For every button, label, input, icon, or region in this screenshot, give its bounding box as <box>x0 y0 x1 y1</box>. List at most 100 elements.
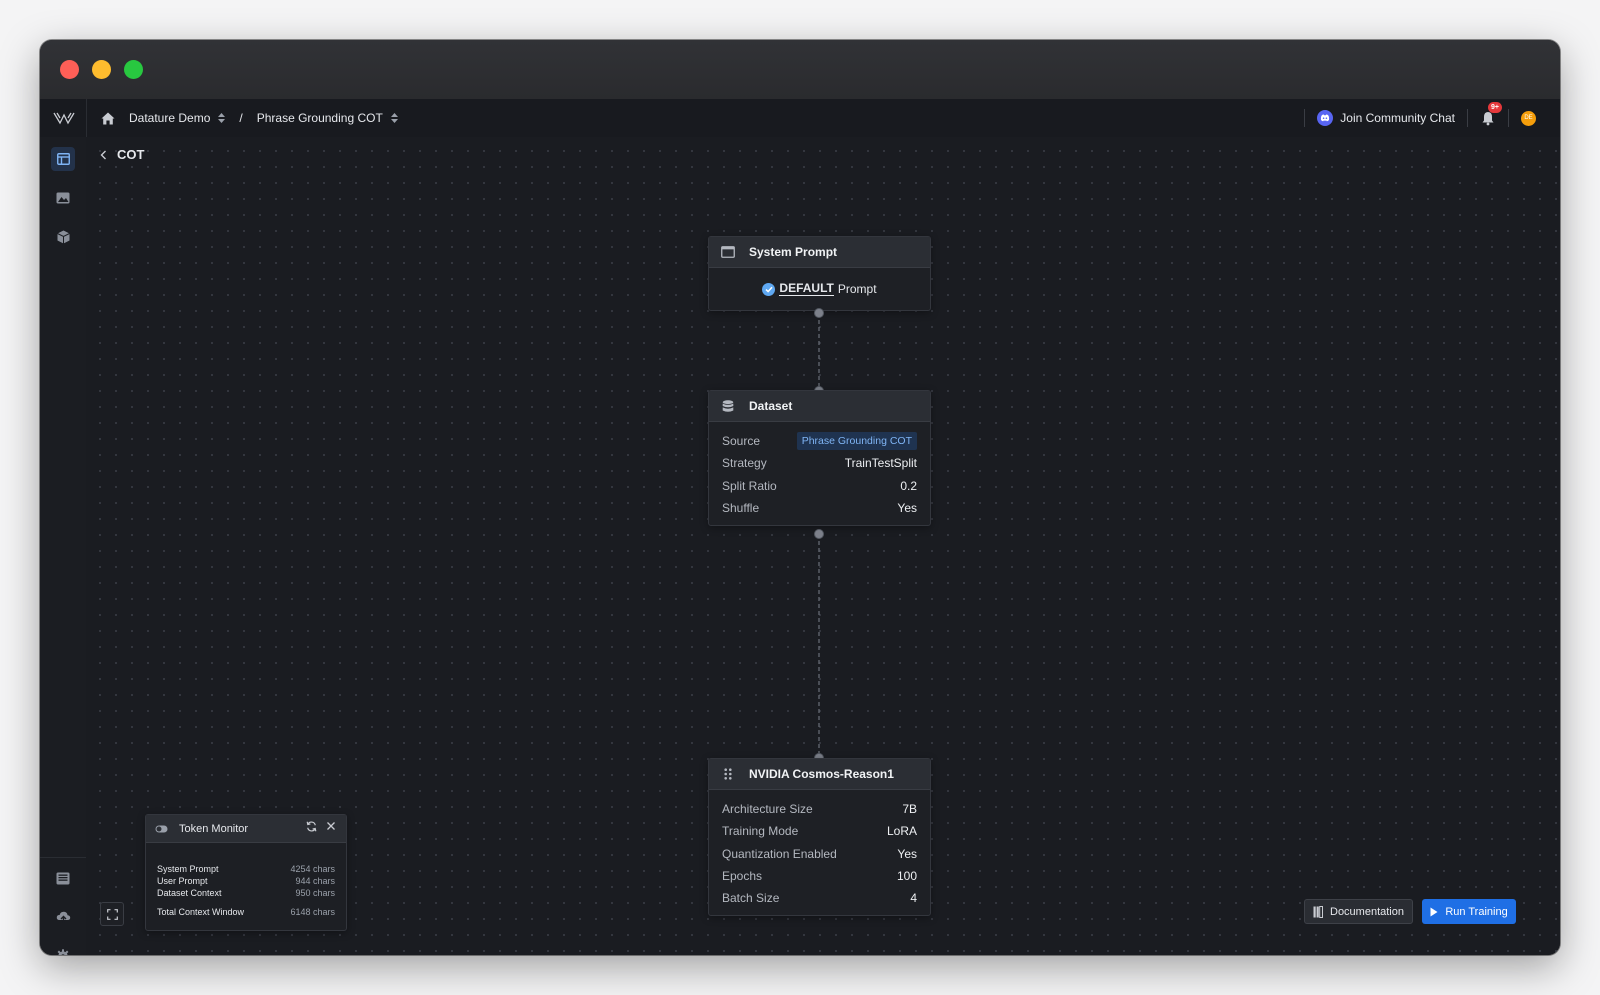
token-monitor-panel[interactable]: Token Monitor System Prompt 4254 chars U… <box>145 814 347 931</box>
close-icon[interactable] <box>326 821 336 831</box>
sort-arrows-icon[interactable] <box>218 113 226 123</box>
refresh-icon[interactable] <box>306 821 317 832</box>
fit-view-button[interactable] <box>100 902 124 926</box>
model-node[interactable]: NVIDIA Cosmos-Reason1 Architecture Size … <box>708 758 931 917</box>
sidebar-divider <box>40 857 86 858</box>
detail-key: Shuffle <box>722 501 760 516</box>
detail-row: Quantization Enabled Yes <box>709 843 930 865</box>
minimize-window-button[interactable] <box>92 60 111 79</box>
token-key: Dataset Context <box>157 888 222 898</box>
window-titlebar <box>40 40 1560 100</box>
output-handle[interactable] <box>814 308 824 318</box>
sidebar-item-deploy[interactable] <box>51 905 75 929</box>
check-circle-icon <box>762 282 776 296</box>
system-prompt-node[interactable]: System Prompt DEFAULT Prompt <box>708 236 931 311</box>
token-monitor-header: Token Monitor <box>146 815 346 843</box>
breadcrumb-workflow[interactable]: Phrase Grounding COT <box>257 111 383 125</box>
user-avatar[interactable]: DE <box>1521 110 1536 126</box>
drag-handle-icon[interactable] <box>720 768 736 780</box>
maximize-window-button[interactable] <box>124 60 143 79</box>
expand-icon <box>106 908 118 920</box>
token-row: System Prompt 4254 chars <box>146 863 346 875</box>
workflow-canvas[interactable]: COT System Prompt DEFAULT Prompt Dataset… <box>86 137 1560 955</box>
token-total-value: 6148 chars <box>290 907 335 917</box>
detail-value: LoRA <box>886 824 917 839</box>
model-details: Architecture Size 7B Training Mode LoRA … <box>709 790 930 915</box>
token-value: 4254 chars <box>290 864 335 874</box>
topbar-actions: Join Community Chat 9+ DE <box>1292 99 1536 137</box>
node-title: System Prompt <box>749 245 838 259</box>
token-total-row: Total Context Window 6148 chars <box>146 906 346 918</box>
documentation-label: Documentation <box>1330 905 1404 918</box>
breadcrumb-project[interactable]: Datature Demo <box>129 111 210 125</box>
prompt-label: Prompt <box>837 282 877 296</box>
home-icon[interactable] <box>101 112 115 125</box>
sidebar-item-storage[interactable] <box>51 866 75 890</box>
detail-row: Architecture Size 7B <box>709 798 930 820</box>
topbar-divider <box>1467 109 1468 127</box>
detail-row: Batch Size 4 <box>709 887 930 909</box>
sidebar-item-settings[interactable] <box>51 944 75 955</box>
detail-key: Strategy <box>722 456 767 471</box>
discord-icon <box>1317 110 1334 126</box>
token-row: User Prompt 944 chars <box>146 875 346 887</box>
toggle-icon[interactable] <box>155 825 168 833</box>
detail-value: Yes <box>897 501 917 516</box>
token-row: Dataset Context 950 chars <box>146 887 346 899</box>
detail-row: Training Mode LoRA <box>709 820 930 842</box>
node-header: Dataset <box>709 391 930 422</box>
run-training-label: Run Training <box>1445 905 1508 918</box>
source-dataset-tag[interactable]: Phrase Grounding COT <box>796 432 917 451</box>
sidebar-item-workflow[interactable] <box>51 147 75 171</box>
app-window: Datature Demo / Phrase Grounding COT Joi… <box>40 40 1560 955</box>
token-key: System Prompt <box>157 864 219 874</box>
detail-key: Architecture Size <box>722 802 813 817</box>
notifications-button[interactable]: 9+ <box>1480 102 1502 126</box>
close-window-button[interactable] <box>60 60 79 79</box>
image-mountain-icon <box>56 192 70 204</box>
dataset-node[interactable]: Dataset Source Phrase Grounding COT Stra… <box>708 390 931 527</box>
sidebar-item-models[interactable] <box>51 225 75 249</box>
documentation-button[interactable]: Documentation <box>1304 899 1413 924</box>
datature-logo-icon[interactable] <box>53 111 75 125</box>
prompt-selection[interactable]: DEFAULT Prompt <box>709 268 930 310</box>
detail-row: Source Phrase Grounding COT <box>709 430 930 452</box>
cube-icon <box>56 230 70 244</box>
cloud-upload-icon <box>56 911 70 923</box>
detail-key: Batch Size <box>722 891 780 906</box>
detail-value: TrainTestSplit <box>844 456 917 471</box>
token-key: User Prompt <box>157 876 208 886</box>
node-header: NVIDIA Cosmos-Reason1 <box>709 759 930 790</box>
detail-row: Split Ratio 0.2 <box>709 475 930 497</box>
token-value: 950 chars <box>295 888 335 898</box>
output-handle[interactable] <box>814 529 824 539</box>
run-training-button[interactable]: Run Training <box>1422 899 1516 924</box>
detail-key: Epochs <box>722 869 763 884</box>
detail-row: Shuffle Yes <box>709 497 930 519</box>
node-title: NVIDIA Cosmos-Reason1 <box>749 767 894 781</box>
detail-value: Yes <box>897 846 917 861</box>
gear-icon <box>57 949 69 955</box>
token-monitor-controls <box>306 821 336 832</box>
play-icon <box>1430 907 1438 917</box>
sidebar-item-images[interactable] <box>51 186 75 210</box>
token-value: 944 chars <box>295 876 335 886</box>
sort-arrows-icon[interactable] <box>390 113 398 123</box>
detail-row: Epochs 100 <box>709 865 930 887</box>
detail-key: Quantization Enabled <box>722 846 837 861</box>
detail-key: Training Mode <box>722 824 799 839</box>
breadcrumb-separator: / <box>239 111 243 125</box>
detail-key: Source <box>722 434 761 449</box>
token-stats: System Prompt 4254 chars User Prompt 944… <box>146 843 346 918</box>
default-prompt-label: DEFAULT <box>779 281 834 296</box>
join-community-chat-link[interactable]: Join Community Chat <box>1340 111 1455 125</box>
token-total-key: Total Context Window <box>157 907 245 917</box>
window-icon <box>720 246 736 258</box>
node-title: Dataset <box>749 399 793 413</box>
left-sidebar <box>40 137 87 955</box>
topbar-divider <box>1508 109 1509 127</box>
detail-value: 7B <box>902 802 917 817</box>
breadcrumb: Datature Demo / Phrase Grounding COT <box>101 99 398 137</box>
detail-value: 100 <box>896 869 917 884</box>
detail-value: 4 <box>910 891 917 906</box>
